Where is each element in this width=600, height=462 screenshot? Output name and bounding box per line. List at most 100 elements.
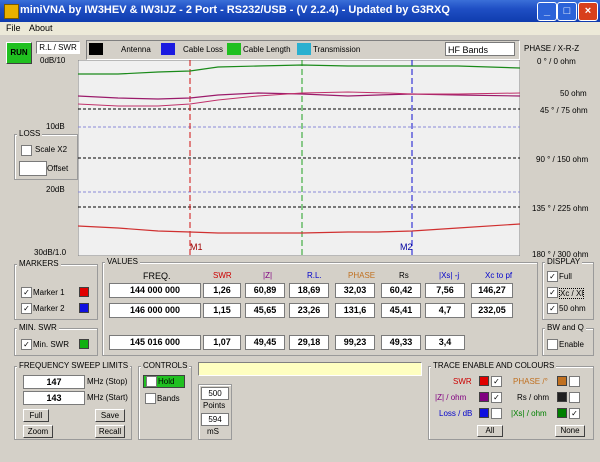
m2-freq: 146 000 000 <box>109 303 201 318</box>
antenna-icon[interactable] <box>89 43 103 55</box>
trace-title: TRACE ENABLE AND COLOURS <box>431 361 557 370</box>
marker-1-color[interactable] <box>79 287 89 297</box>
antenna-label[interactable]: Antenna <box>121 45 151 54</box>
bwq-enable-label: Enable <box>559 340 584 349</box>
maximize-button[interactable]: □ <box>557 2 577 21</box>
marker-2-color[interactable] <box>79 303 89 313</box>
trace-phase-label: PHASE /° <box>513 377 548 386</box>
trace-swr-checkbox[interactable]: ✓ <box>491 376 502 387</box>
bwq-enable-checkbox[interactable] <box>547 339 558 350</box>
m1-swr: 1,26 <box>203 283 241 298</box>
marker-1-label-text: Marker 1 <box>33 288 65 297</box>
trace-loss-checkbox[interactable] <box>491 408 502 419</box>
min-swr-checkbox[interactable]: ✓ <box>21 339 32 350</box>
close-button[interactable]: × <box>578 2 598 21</box>
stop-freq-label: MHz (Stop) <box>87 377 128 386</box>
m2-z: 45,65 <box>245 303 285 318</box>
hdr-rs: Rs <box>399 271 409 280</box>
marker-1-label: M1 <box>190 242 203 252</box>
transmission-icon[interactable] <box>297 43 311 55</box>
min-swr-label: Min. SWR <box>33 340 69 349</box>
m1-phase: 32,03 <box>335 283 375 298</box>
title-bar: miniVNA by IW3HEV & IW3IJZ - 2 Port - RS… <box>0 0 600 22</box>
scale-x2-label: Scale X2 <box>35 145 68 154</box>
display-50ohm-label: 50 ohm <box>559 304 586 313</box>
hold-checkbox[interactable] <box>146 376 157 387</box>
trace-z-label: |Z| / ohm <box>435 393 467 402</box>
display-full-checkbox[interactable]: ✓ <box>547 271 558 282</box>
min-swr-title: MIN. SWR <box>17 323 59 332</box>
marker-1-checkbox[interactable]: ✓ <box>21 287 32 298</box>
trace-phase-color[interactable] <box>557 376 567 386</box>
all-button[interactable]: All <box>477 425 503 437</box>
save-button[interactable]: Save <box>95 409 125 422</box>
transmission-label[interactable]: Transmission <box>313 45 360 54</box>
none-button[interactable]: None <box>555 425 585 437</box>
markers-group: MARKERS ✓ Marker 1 ✓ Marker 2 <box>14 259 98 320</box>
plot-area[interactable]: M1 M2 <box>78 60 520 256</box>
display-group: DISPLAY ✓ Full ✓ Xc / Xl ✓ 50 ohm <box>542 257 594 320</box>
m2-rl: 23,26 <box>289 303 329 318</box>
menu-file[interactable]: File <box>6 22 21 35</box>
marker-2-checkbox[interactable]: ✓ <box>21 303 32 314</box>
display-xcxl-label: Xc / Xl <box>559 288 585 299</box>
phase-header-label: PHASE / X-R-Z <box>524 44 580 53</box>
zoom-button[interactable]: Zoom <box>23 425 53 438</box>
m1-rs: 60,42 <box>381 283 421 298</box>
cable-length-icon[interactable] <box>227 43 241 55</box>
stop-freq-input[interactable]: 147 <box>23 375 85 389</box>
trace-xs-color[interactable] <box>557 408 567 418</box>
trace-swr-color[interactable] <box>479 376 489 386</box>
points-label: Points <box>203 401 226 410</box>
cable-loss-icon[interactable] <box>161 43 175 55</box>
recall-button[interactable]: Recall <box>95 425 125 438</box>
hdr-rl: R.L. <box>307 271 322 280</box>
display-xcxl-checkbox[interactable]: ✓ <box>547 287 558 298</box>
app-icon <box>4 4 19 19</box>
display-full-label: Full <box>559 272 572 281</box>
m1-z: 60,89 <box>245 283 285 298</box>
hold-toggle[interactable]: Hold <box>143 375 185 388</box>
trace-z-color[interactable] <box>479 392 489 402</box>
m2-xc: 232,05 <box>471 303 513 318</box>
markers-title: MARKERS <box>17 259 61 268</box>
trace-rs-checkbox[interactable] <box>569 392 580 403</box>
trace-xs-checkbox[interactable]: ✓ <box>569 408 580 419</box>
right-axis-50: 50 ohm <box>560 89 587 98</box>
loss-title: LOSS <box>17 129 43 138</box>
min-phase: 99,23 <box>335 335 375 350</box>
bands-select[interactable]: HF Bands <box>445 42 515 56</box>
hdr-swr: SWR <box>213 271 232 280</box>
hold-label: Hold <box>158 377 175 386</box>
bands-checkbox[interactable] <box>145 393 156 404</box>
right-axis-0: 0 ° / 0 ohm <box>537 57 576 66</box>
offset-label: Offset <box>47 164 69 173</box>
trace-phase-checkbox[interactable] <box>569 376 580 387</box>
trace-z-checkbox[interactable]: ✓ <box>491 392 502 403</box>
menu-about[interactable]: About <box>29 22 53 35</box>
min-rs: 49,33 <box>381 335 421 350</box>
display-50ohm-checkbox[interactable]: ✓ <box>547 303 558 314</box>
cable-length-label[interactable]: Cable Length <box>243 45 291 54</box>
run-button[interactable]: RUN <box>6 42 32 64</box>
controls-title: CONTROLS <box>141 361 190 370</box>
min-swr-color[interactable] <box>79 339 89 349</box>
cable-loss-label[interactable]: Cable Loss <box>183 45 223 54</box>
trace-rs-color[interactable] <box>557 392 567 402</box>
mode-selector[interactable]: R.L / SWR <box>36 41 80 54</box>
min-freq: 145 016 000 <box>109 335 201 350</box>
m1-xs: 7,56 <box>425 283 465 298</box>
left-axis-bottom: 30dB/1.0 <box>34 248 67 257</box>
trace-swr-label: SWR <box>453 377 472 386</box>
ms-input[interactable]: 594 <box>201 413 229 426</box>
scale-x2-checkbox[interactable] <box>21 145 32 156</box>
min-xs: 3,4 <box>425 335 465 350</box>
offset-input[interactable] <box>19 161 47 176</box>
full-button[interactable]: Full <box>23 409 49 422</box>
values-title: VALUES <box>105 257 140 266</box>
points-input[interactable]: 500 <box>201 387 229 400</box>
trace-loss-color[interactable] <box>479 408 489 418</box>
m2-swr: 1,15 <box>203 303 241 318</box>
start-freq-input[interactable]: 143 <box>23 391 85 405</box>
minimize-button[interactable]: _ <box>537 2 557 21</box>
